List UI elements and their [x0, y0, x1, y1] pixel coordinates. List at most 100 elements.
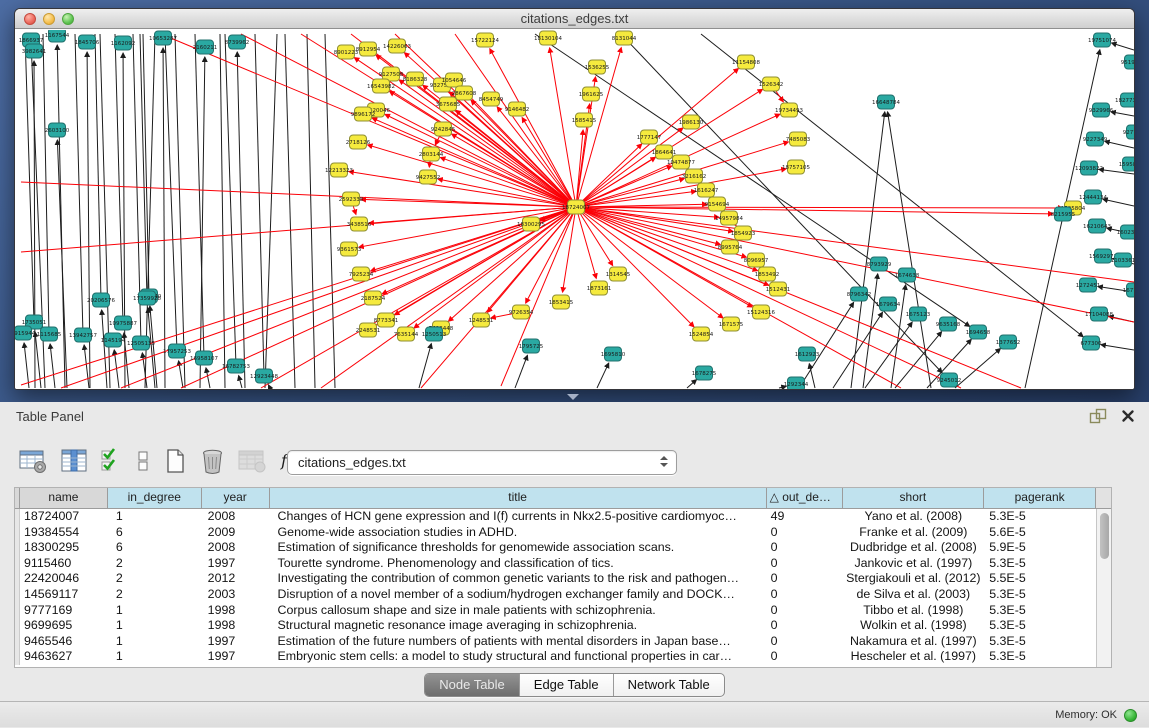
row-height-icon[interactable] [135, 447, 151, 475]
close-panel-icon[interactable] [1121, 409, 1135, 423]
graph-node-9227349[interactable]: 9227349 [1083, 132, 1108, 146]
cell-year[interactable]: 2008 [202, 509, 270, 525]
graph-node-8096957[interactable]: 8096957 [744, 253, 769, 267]
graph-edge[interactable] [57, 140, 67, 388]
cell-out_de[interactable]: 0 [767, 603, 843, 619]
graph-node-14226063[interactable]: 14226063 [383, 39, 411, 53]
table-row[interactable]: 969969511998Structural magnetic resonanc… [15, 618, 1096, 634]
cell-short[interactable]: Jankovic et al. (1997) [842, 556, 984, 572]
graph-edge[interactable] [102, 310, 107, 388]
graph-node-1616247[interactable]: 1616247 [694, 183, 719, 197]
graph-edge[interactable] [597, 363, 609, 388]
graph-node-9635168[interactable]: 9635168 [936, 317, 961, 331]
graph-node-1694658[interactable]: 1694658 [966, 325, 991, 339]
graph-node-2592338[interactable]: 2592338 [339, 192, 364, 206]
table-row[interactable]: 911546021997Tourette syndrome. Phenomeno… [15, 556, 1096, 572]
graph-node-1585415[interactable]: 1585415 [572, 113, 597, 127]
graph-node-1526342[interactable]: 1526342 [759, 77, 784, 91]
graph-node-18130104[interactable]: 18130104 [534, 31, 562, 45]
cell-pagerank[interactable]: 5.3E-5 [984, 603, 1096, 619]
graph-node-1272451[interactable]: 1272451 [1076, 278, 1101, 292]
graph-node-8739962[interactable]: 8739962 [225, 35, 250, 49]
graph-node-7485083[interactable]: 7485083 [786, 132, 811, 146]
graph-node-1671575[interactable]: 1671575 [719, 317, 744, 331]
graph-edge[interactable] [34, 61, 35, 388]
graph-edge[interactable] [1105, 141, 1134, 148]
cell-short[interactable]: de Silva et al. (2003) [842, 587, 984, 603]
graph-node-2718126[interactable]: 2718126 [346, 135, 371, 149]
tab-network-table[interactable]: Network Table [613, 674, 724, 696]
graph-node-1115685[interactable]: 1115685 [37, 327, 62, 341]
graph-node-1103361[interactable]: 1103361 [1111, 253, 1135, 267]
cell-in_degree[interactable]: 1 [108, 618, 202, 634]
graph-edge[interactable] [576, 207, 1134, 322]
cell-name[interactable]: 9463627 [20, 649, 108, 665]
graph-edge[interactable] [576, 207, 694, 327]
graph-node-12093822[interactable]: 12093822 [1075, 161, 1103, 175]
show-column-icon[interactable] [59, 447, 89, 475]
graph-edge[interactable] [1103, 199, 1134, 206]
graph-node-2248531[interactable]: 2248531 [356, 323, 381, 337]
graph-edge[interactable] [84, 345, 89, 388]
new-document-icon[interactable] [162, 447, 188, 475]
cell-year[interactable]: 2012 [202, 571, 270, 587]
cell-short[interactable]: Franke et al. (2009) [842, 525, 984, 541]
cell-name[interactable]: 18724007 [20, 509, 108, 525]
graph-node-1777147[interactable]: 1777147 [637, 130, 662, 144]
graph-edge[interactable] [165, 34, 177, 351]
scrollbar-thumb[interactable] [1100, 513, 1109, 559]
graph-edge[interactable] [237, 52, 245, 388]
table-row[interactable]: 1830029562008Estimation of significance … [15, 540, 1096, 556]
cell-title[interactable]: Estimation of the future numbers of pati… [270, 634, 767, 650]
graph-node-1674638[interactable]: 1674638 [895, 268, 920, 282]
graph-node-1524854[interactable]: 1524854 [689, 327, 714, 341]
cell-in_degree[interactable]: 2 [108, 556, 202, 572]
graph-node-1961625[interactable]: 1961625 [579, 87, 604, 101]
graph-edge[interactable] [414, 207, 576, 328]
graph-node-3982641[interactable]: 3982641 [22, 44, 47, 58]
graph-node-9146482[interactable]: 9146482 [505, 102, 530, 116]
graph-node-1853415[interactable]: 1853415 [549, 295, 574, 309]
cell-out_de[interactable]: 0 [767, 587, 843, 603]
cell-pagerank[interactable]: 5.3E-5 [984, 649, 1096, 665]
graph-node-18277344[interactable]: 18277344 [1115, 93, 1135, 107]
cell-short[interactable]: Dudbridge et al. (2008) [842, 540, 984, 556]
graph-node-1854923[interactable]: 1854923 [731, 226, 756, 240]
table-selector-dropdown[interactable]: citations_edges.txt [287, 450, 677, 475]
graph-edge[interactable] [515, 355, 527, 388]
graph-node-1248531[interactable]: 1248531 [469, 313, 494, 327]
cell-out_de[interactable]: 0 [767, 634, 843, 650]
table-row[interactable]: 1938455462009Genome-wide association stu… [15, 525, 1096, 541]
cell-in_degree[interactable]: 2 [108, 587, 202, 603]
graph-edge[interactable] [456, 110, 576, 207]
graph-edge[interactable] [307, 34, 315, 388]
graph-edge[interactable] [955, 349, 1000, 388]
graph-edge[interactable] [389, 91, 576, 207]
cell-name[interactable]: 19384554 [20, 525, 108, 541]
cell-in_degree[interactable]: 1 [108, 509, 202, 525]
table-row[interactable]: 2242004622012Investigating the contribut… [15, 571, 1096, 587]
cell-in_degree[interactable]: 1 [108, 603, 202, 619]
column-header-pagerank[interactable]: pagerank [984, 488, 1096, 509]
graph-edge[interactable] [285, 34, 295, 388]
select-rows-icon[interactable] [100, 447, 124, 475]
cell-in_degree[interactable]: 1 [108, 634, 202, 650]
memory-status-indicator[interactable] [1124, 709, 1137, 722]
graph-edge[interactable] [1101, 345, 1134, 350]
cell-in_degree[interactable]: 6 [108, 540, 202, 556]
graph-node-8454749[interactable]: 8454749 [479, 92, 504, 106]
column-header-year[interactable]: year [202, 488, 270, 509]
cell-name[interactable]: 9465546 [20, 634, 108, 650]
cell-pagerank[interactable]: 5.3E-5 [984, 634, 1096, 650]
graph-node-9329966[interactable]: 9329966 [1089, 103, 1114, 117]
zoom-window-button[interactable] [62, 13, 74, 25]
graph-node-17104088[interactable]: 17104088 [1085, 307, 1113, 321]
graph-node-1675123[interactable]: 1675123 [906, 307, 931, 321]
graph-node-8796342[interactable]: 8796342 [847, 287, 872, 301]
graph-node-16782753[interactable]: 16782753 [222, 359, 250, 373]
graph-edge[interactable] [687, 380, 697, 388]
graph-node-11154808[interactable]: 11154808 [732, 55, 760, 69]
cell-short[interactable]: Hescheler et al. (1997) [842, 649, 984, 665]
cell-out_de[interactable]: 49 [767, 509, 843, 525]
graph-node-16210643[interactable]: 16210643 [1083, 219, 1111, 233]
